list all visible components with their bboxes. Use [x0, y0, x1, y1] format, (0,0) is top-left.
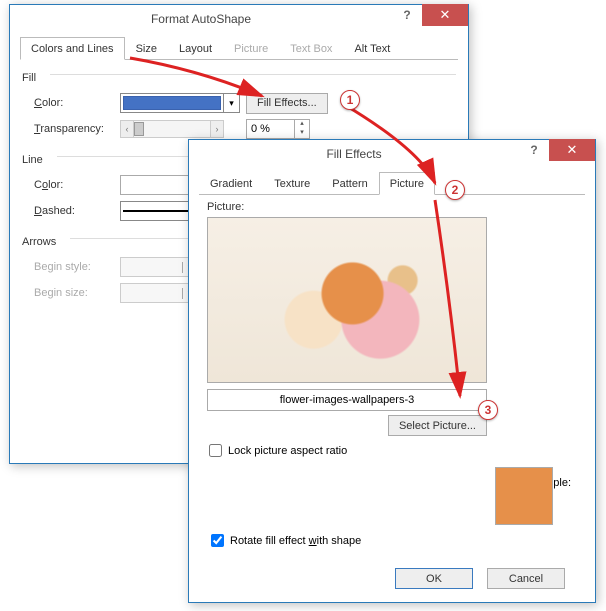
checkbox-icon[interactable]	[209, 444, 222, 457]
chevron-left-icon[interactable]: ‹	[120, 120, 134, 138]
tab-size[interactable]: Size	[125, 37, 168, 59]
color-label: Color:	[34, 97, 120, 109]
transparency-label: Transparency:	[34, 123, 120, 135]
begin-style-dropdown: ▾	[120, 257, 198, 277]
window-title: Format AutoShape	[10, 12, 392, 26]
window-title: Fill Effects	[189, 147, 519, 161]
tab-layout[interactable]: Layout	[168, 37, 223, 59]
fill-section-label: Fill	[22, 72, 36, 84]
chevron-up-icon[interactable]: ▴	[295, 120, 309, 129]
begin-style-label: Begin style:	[34, 261, 120, 273]
callout-3: 3	[478, 400, 498, 420]
chevron-down-icon: ▾	[223, 94, 239, 112]
transparency-slider[interactable]: ‹ ›	[120, 120, 224, 138]
callout-2: 2	[445, 180, 465, 200]
fill-color-dropdown[interactable]: ▾	[120, 93, 240, 113]
tab-gradient[interactable]: Gradient	[199, 172, 263, 194]
tabs: Gradient Texture Pattern Picture	[199, 172, 585, 195]
tab-pattern[interactable]: Pattern	[321, 172, 378, 194]
chevron-down-icon[interactable]: ▾	[295, 129, 309, 138]
cancel-button[interactable]: Cancel	[487, 568, 565, 589]
chevron-right-icon[interactable]: ›	[210, 120, 224, 138]
help-button[interactable]: ?	[392, 4, 422, 26]
line-color-label: Color:	[34, 179, 120, 191]
fill-effects-dialog: Fill Effects ? ✕ Gradient Texture Patter…	[188, 139, 596, 603]
rotate-fill-label: Rotate fill effect with shape	[230, 535, 361, 547]
fill-effects-button[interactable]: Fill Effects...	[246, 93, 328, 114]
title-bar: Format AutoShape ? ✕	[10, 5, 468, 33]
picture-label: Picture:	[207, 201, 577, 213]
transparency-spinner[interactable]: 0 % ▴▾	[246, 119, 310, 139]
callout-1: 1	[340, 90, 360, 110]
begin-size-dropdown: ▾	[120, 283, 198, 303]
arrows-section-label: Arrows	[22, 236, 56, 248]
color-swatch-blue	[123, 96, 221, 110]
flower-image	[208, 218, 486, 382]
close-button[interactable]: ✕	[549, 139, 595, 161]
begin-size-label: Begin size:	[34, 287, 120, 299]
line-dashed-label: Dashed:	[34, 205, 120, 217]
tab-alt-text[interactable]: Alt Text	[343, 37, 401, 59]
tab-picture: Picture	[223, 37, 279, 59]
tab-text-box: Text Box	[279, 37, 343, 59]
lock-aspect-label: Lock picture aspect ratio	[228, 445, 347, 457]
picture-filename: flower-images-wallpapers-3	[207, 389, 487, 411]
help-button[interactable]: ?	[519, 139, 549, 161]
select-picture-button[interactable]: Select Picture...	[388, 415, 487, 436]
close-button[interactable]: ✕	[422, 4, 468, 26]
rotate-fill-checkbox[interactable]: Rotate fill effect with shape	[211, 534, 361, 547]
select-picture-label: Select Picture...	[399, 420, 476, 432]
title-bar: Fill Effects ? ✕	[189, 140, 595, 168]
tab-picture[interactable]: Picture	[379, 172, 435, 195]
tab-colors-lines[interactable]: Colors and Lines	[20, 37, 125, 60]
checkbox-icon[interactable]	[211, 534, 224, 547]
tab-texture[interactable]: Texture	[263, 172, 321, 194]
tabs: Colors and Lines Size Layout Picture Tex…	[20, 37, 458, 60]
ok-button[interactable]: OK	[395, 568, 473, 589]
lock-aspect-checkbox[interactable]: Lock picture aspect ratio	[209, 444, 575, 457]
transparency-value: 0 %	[247, 123, 294, 135]
sample-preview	[495, 467, 553, 525]
picture-preview	[207, 217, 487, 383]
line-section-label: Line	[22, 154, 43, 166]
